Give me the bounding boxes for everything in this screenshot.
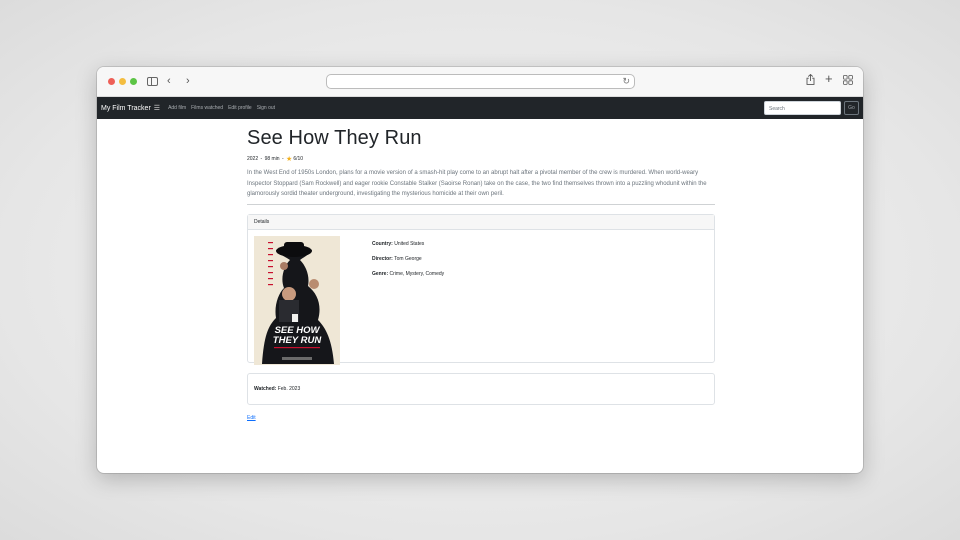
nav-link-edit-profile[interactable]: Edit profile bbox=[228, 105, 252, 111]
search-input[interactable]: Search bbox=[764, 101, 841, 115]
star-icon: ★ bbox=[286, 155, 293, 163]
film-list-icon: ☰ bbox=[153, 105, 161, 112]
watched-label: Watched: bbox=[254, 385, 277, 392]
film-rating: 6/10 bbox=[293, 156, 304, 162]
divider bbox=[247, 203, 715, 205]
sidebar-icon[interactable] bbox=[147, 77, 158, 86]
reload-icon[interactable]: ↻ bbox=[622, 76, 630, 87]
brand-link[interactable]: My Film Tracker ☰ bbox=[101, 104, 161, 113]
minimize-window-button[interactable] bbox=[119, 78, 126, 85]
country-value: United States bbox=[394, 240, 425, 247]
close-window-button[interactable] bbox=[108, 78, 115, 85]
browser-toolbar: ‹ › ↻ + bbox=[97, 67, 863, 97]
director-value: Tom George bbox=[394, 255, 422, 262]
poster-title-line-2: THEY RUN bbox=[273, 335, 323, 346]
genre-value: Crime, Mystery, Comedy bbox=[389, 270, 445, 277]
maximize-window-button[interactable] bbox=[130, 78, 137, 85]
director-label: Director: bbox=[372, 255, 393, 262]
film-runtime: 98 min bbox=[264, 156, 280, 162]
film-description: In the West End of 1950s London, plans f… bbox=[247, 170, 707, 197]
film-meta: 2022 - 98 min - ★ 6/10 bbox=[247, 155, 715, 163]
details-card: Details SEE HOW THEY RUN Country: United… bbox=[247, 213, 715, 365]
browser-window: ‹ › ↻ + My Film Tracker ☰ Add film Films… bbox=[97, 67, 863, 473]
page-title: See How They Run bbox=[247, 127, 422, 149]
brand-label: My Film Tracker bbox=[101, 104, 151, 112]
country-label: Country: bbox=[372, 240, 393, 247]
search-button[interactable]: Go bbox=[844, 101, 859, 115]
film-detail: See How They Run 2022 - 98 min - ★ 6/10 … bbox=[247, 127, 715, 424]
site-navbar: My Film Tracker ☰ Add film Films watched… bbox=[97, 97, 863, 119]
share-icon[interactable] bbox=[806, 73, 815, 88]
country-field: Country: United States bbox=[372, 241, 444, 247]
edit-link[interactable]: Edit bbox=[247, 415, 256, 421]
watched-card: Watched: Feb. 2023 bbox=[247, 372, 715, 405]
address-bar[interactable]: ↻ bbox=[326, 74, 635, 89]
details-card-header: Details bbox=[248, 214, 714, 230]
meta-separator: - bbox=[259, 156, 264, 162]
nav-links: Add film Films watched Edit profile Sign… bbox=[168, 105, 275, 111]
nav-link-sign-out[interactable]: Sign out bbox=[257, 105, 275, 111]
film-year: 2022 bbox=[247, 156, 259, 162]
plus-icon[interactable]: + bbox=[825, 72, 833, 85]
genre-label: Genre: bbox=[372, 270, 389, 277]
meta-separator: - bbox=[280, 156, 286, 162]
nav-link-films-watched[interactable]: Films watched bbox=[191, 105, 223, 111]
tab-grid-icon[interactable] bbox=[843, 75, 853, 88]
film-poster: SEE HOW THEY RUN bbox=[254, 235, 340, 365]
film-fields: Country: United States Director: Tom Geo… bbox=[372, 241, 444, 286]
chevron-left-icon[interactable]: ‹ bbox=[167, 75, 171, 87]
director-field: Director: Tom George bbox=[372, 256, 444, 262]
genre-field: Genre: Crime, Mystery, Comedy bbox=[372, 271, 444, 277]
chevron-right-icon[interactable]: › bbox=[186, 75, 190, 87]
nav-link-add-film[interactable]: Add film bbox=[168, 105, 186, 111]
watched-value: Feb. 2023 bbox=[277, 385, 301, 392]
details-card-body: SEE HOW THEY RUN Country: United States … bbox=[248, 230, 714, 365]
